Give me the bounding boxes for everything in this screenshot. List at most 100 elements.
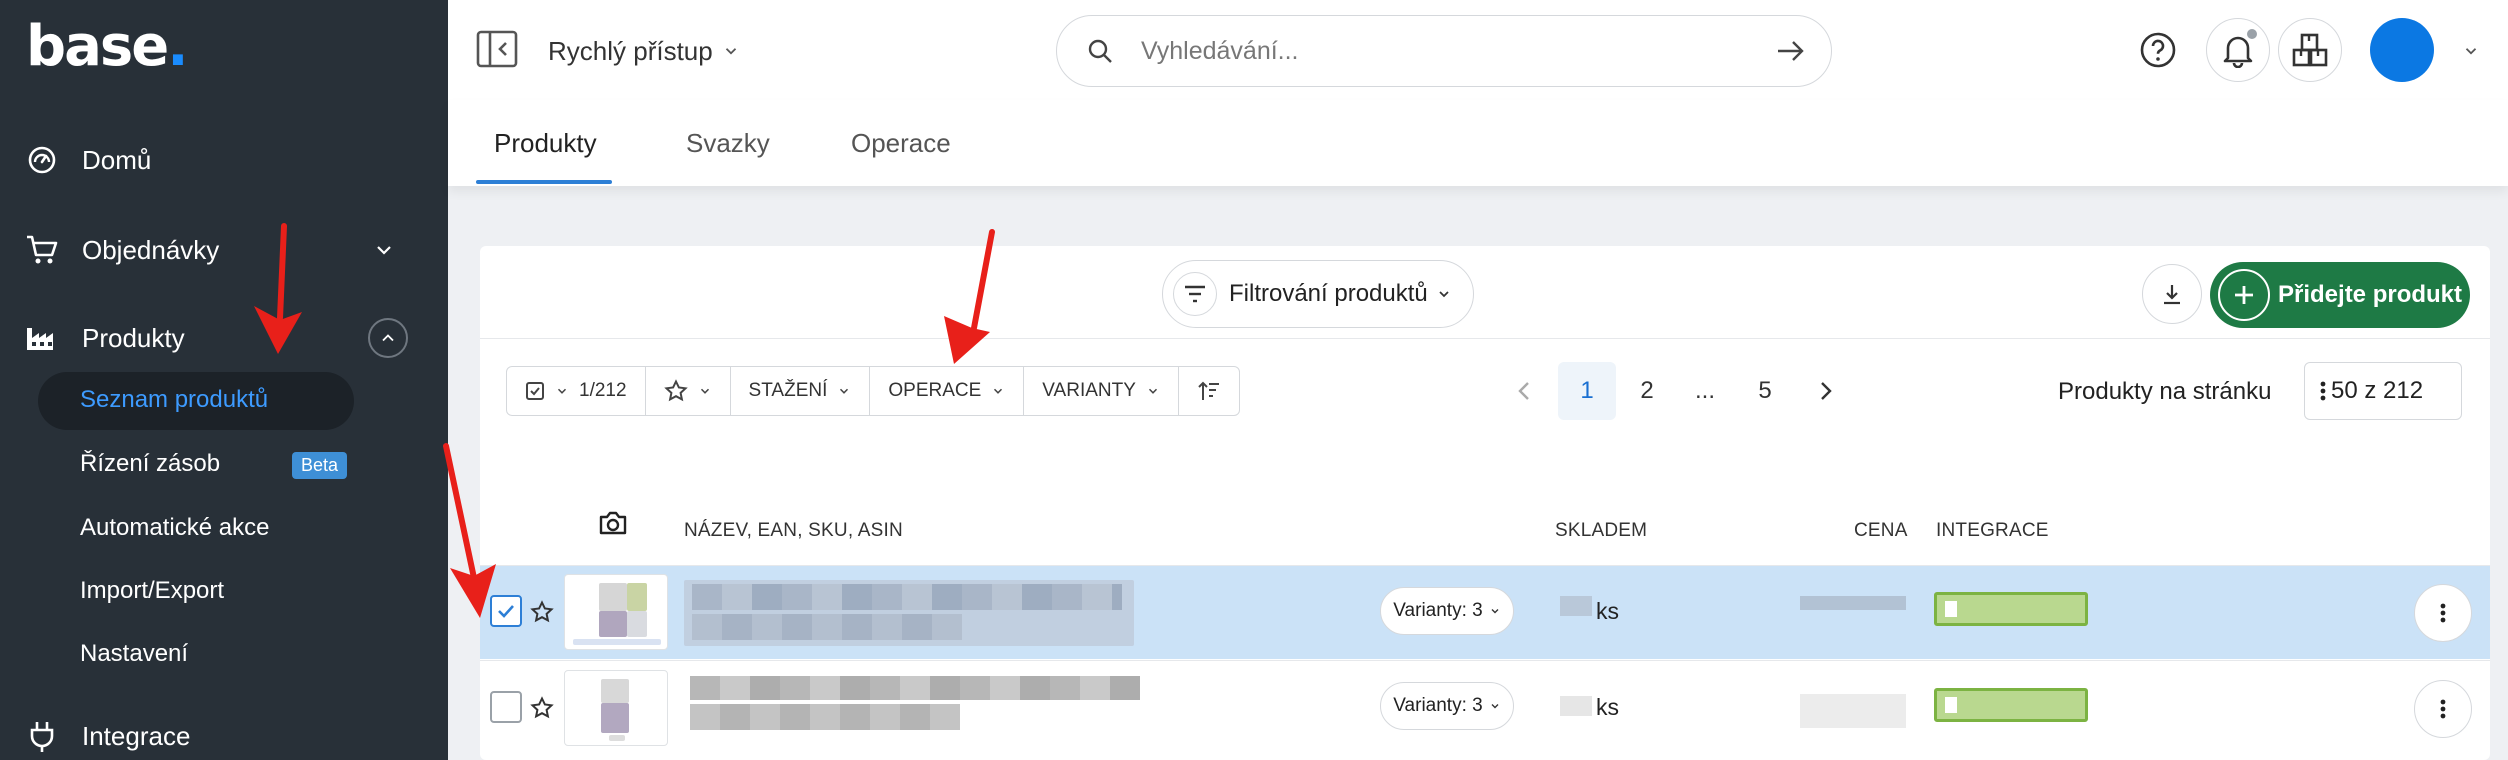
favorites-dropdown[interactable]: [646, 367, 731, 415]
integration-status[interactable]: [1934, 592, 2088, 626]
sidebar-item-label: Domů: [82, 144, 152, 175]
search-input[interactable]: [1141, 30, 1741, 72]
apps-button[interactable]: [2278, 18, 2342, 82]
sidebar-item-orders[interactable]: Objednávky: [0, 220, 448, 280]
red-annotation-arrow: [443, 443, 496, 618]
stock-redacted: [1560, 596, 1592, 616]
arrow-right-icon[interactable]: [1775, 38, 1805, 64]
cart-icon: [24, 232, 60, 268]
sidebar-subitem-inventory[interactable]: Řízení zásob: [80, 450, 220, 478]
variants-button[interactable]: Varianty: 3: [1380, 682, 1514, 730]
boxes-icon: [2292, 33, 2328, 67]
avatar[interactable]: [2370, 18, 2434, 82]
row-checkbox[interactable]: [490, 691, 522, 723]
pagination-ellipsis: ...: [1694, 377, 1715, 404]
chevron-down-icon: [1491, 704, 1499, 709]
sort-button[interactable]: [1179, 367, 1239, 415]
chevron-down-icon: [994, 388, 1003, 394]
chevron-down-icon: [1439, 291, 1449, 298]
checkbox-icon: [526, 382, 544, 400]
sidebar-item-integrations[interactable]: Integrace: [0, 706, 448, 760]
notifications-button[interactable]: [2206, 18, 2270, 82]
chevron-down-icon: [1491, 609, 1499, 614]
download-dropdown[interactable]: STAŽENÍ: [731, 367, 871, 415]
variants-dropdown[interactable]: VARIANTY: [1024, 367, 1179, 415]
sidebar-item-products[interactable]: Produkty: [0, 308, 448, 368]
sidebar-subitem-import-export[interactable]: Import/Export: [80, 577, 224, 605]
download-dropdown-label: STAŽENÍ: [748, 380, 828, 401]
divider: [480, 338, 2490, 339]
chevron-down-icon[interactable]: [372, 238, 396, 262]
add-product-label: Přidejte produkt: [2278, 281, 2463, 308]
stock-unit: ks: [1596, 694, 1619, 720]
selection-count: 1/212: [579, 380, 627, 401]
sidebar-item-label: Integrace: [82, 720, 191, 751]
sidebar-subitem-settings[interactable]: Nastavení: [80, 640, 188, 668]
tab-operations[interactable]: Operace: [851, 128, 951, 159]
product-thumbnail[interactable]: [564, 670, 668, 746]
star-icon[interactable]: [530, 696, 554, 720]
per-page-select[interactable]: 50 z 212: [2304, 362, 2462, 420]
column-header-price[interactable]: CENA: [1854, 520, 1908, 542]
kebab-icon: [2320, 381, 2326, 401]
plug-icon: [24, 718, 60, 754]
sort-icon: [1198, 381, 1219, 400]
stock-unit: ks: [1596, 598, 1619, 624]
search-bar[interactable]: [1056, 15, 1832, 87]
sidebar-item-label: Produkty: [82, 322, 185, 353]
star-icon[interactable]: [530, 600, 554, 624]
page-1-button[interactable]: 1: [1558, 362, 1616, 420]
help-button[interactable]: [2126, 18, 2190, 82]
chevron-down-icon: [840, 388, 849, 394]
variants-dropdown-label: VARIANTY: [1042, 380, 1136, 401]
product-name-redacted[interactable]: [690, 676, 1140, 732]
chevron-right-icon[interactable]: [1816, 380, 1836, 402]
factory-icon: [24, 320, 60, 356]
download-button[interactable]: [2142, 264, 2202, 324]
filter-icon: [1173, 272, 1217, 316]
page-2-button[interactable]: 2: [1618, 362, 1676, 420]
filter-products-button[interactable]: Filtrování produktů: [1162, 260, 1474, 328]
per-page-value: 50 z 212: [2331, 377, 2424, 404]
column-header-name[interactable]: NÁZEV, EAN, SKU, ASIN: [684, 520, 903, 542]
red-annotation-arrow: [254, 223, 302, 354]
kebab-icon: [2440, 699, 2446, 719]
download-icon: [2164, 285, 2180, 305]
row-actions-button[interactable]: [2414, 584, 2472, 642]
sidebar-item-home[interactable]: Domů: [0, 130, 448, 190]
product-name-redacted[interactable]: [684, 580, 1134, 646]
tab-bundles[interactable]: Svazky: [686, 128, 770, 159]
quick-access-label[interactable]: Rychlý přístup: [548, 36, 713, 67]
price-redacted: [1800, 596, 1906, 610]
chevron-down-icon[interactable]: [722, 42, 740, 60]
base-logo[interactable]: base.: [26, 14, 188, 79]
operations-dropdown-label: OPERACE: [888, 380, 982, 401]
column-header-integrations[interactable]: INTEGRACE: [1936, 520, 2049, 542]
kebab-icon: [2440, 603, 2446, 623]
chevron-up-icon[interactable]: [368, 318, 408, 358]
dashboard-gauge-icon: [24, 142, 60, 178]
chevron-down-icon[interactable]: [2462, 42, 2480, 60]
operations-dropdown[interactable]: OPERACE: [870, 367, 1025, 415]
chevron-left-icon[interactable]: [1514, 380, 1534, 402]
search-icon: [1088, 39, 1112, 63]
column-header-stock[interactable]: SKLADEM: [1555, 520, 1647, 542]
chevron-down-icon: [1148, 388, 1157, 394]
variants-label: Varianty: 3: [1393, 600, 1483, 621]
active-tab-indicator: [476, 180, 612, 184]
sidebar-toggle-icon[interactable]: [476, 30, 518, 68]
integration-status[interactable]: [1934, 688, 2088, 722]
product-thumbnail[interactable]: [564, 574, 668, 650]
tab-products[interactable]: Produkty: [494, 128, 597, 159]
camera-icon: [599, 511, 627, 535]
sidebar-subitem-automatic-actions[interactable]: Automatické akce: [80, 514, 269, 542]
sidebar-subitem-product-list[interactable]: Seznam produktů: [80, 386, 268, 414]
per-page-label: Produkty na stránku: [2058, 378, 2272, 405]
variants-button[interactable]: Varianty: 3: [1380, 587, 1514, 635]
add-product-button[interactable]: Přidejte produkt: [2210, 262, 2470, 328]
select-all-dropdown[interactable]: 1/212: [507, 367, 646, 415]
page-5-button[interactable]: 5: [1736, 362, 1794, 420]
bulk-actions-toolbar: 1/212 STAŽENÍ OPERACE VARIANTY: [506, 366, 1240, 416]
row-actions-button[interactable]: [2414, 680, 2472, 738]
star-icon: [663, 379, 688, 402]
